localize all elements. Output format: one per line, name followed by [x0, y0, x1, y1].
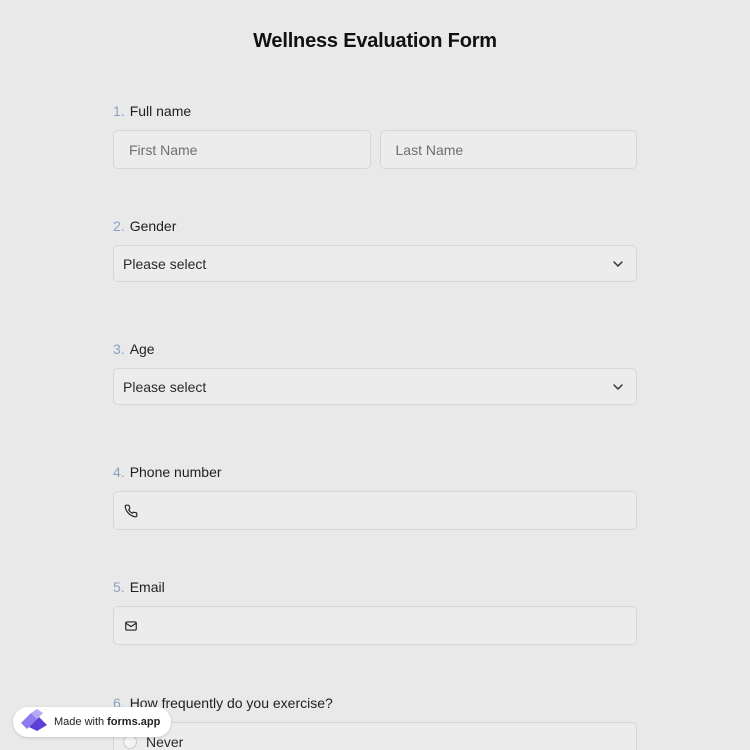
chevron-down-icon — [612, 258, 624, 270]
question-text: Full name — [129, 103, 192, 119]
age-select[interactable]: Please select — [113, 368, 637, 405]
radio-button[interactable] — [123, 735, 137, 749]
question-label: 4. Phone number — [113, 462, 637, 482]
question-text: Email — [129, 579, 165, 595]
mail-icon — [124, 619, 138, 633]
phone-input[interactable] — [113, 491, 637, 530]
badge-prefix: Made with — [54, 716, 105, 728]
question-number: 2. — [113, 218, 125, 234]
forms-app-logo-icon — [19, 708, 54, 736]
question-exercise-frequency: 6. How frequently do you exercise? Never — [113, 693, 637, 750]
question-label: 2. Gender — [113, 216, 637, 236]
question-text: Age — [129, 341, 155, 357]
badge-brand: forms.app — [107, 716, 161, 728]
question-number: 5. — [113, 579, 125, 595]
phone-icon — [124, 504, 138, 518]
question-email: 5. Email — [113, 577, 637, 645]
chevron-down-icon — [612, 381, 624, 393]
select-value: Please select — [123, 378, 207, 395]
question-phone: 4. Phone number — [113, 462, 637, 530]
question-age: 3. Age Please select — [113, 339, 637, 405]
made-with-forms-app-badge[interactable]: Made with forms.app — [13, 707, 172, 737]
question-full-name: 1. Full name First Name Last Name — [113, 101, 637, 169]
gender-select[interactable]: Please select — [113, 245, 637, 282]
form-page: Wellness Evaluation Form 1. Full name Fir… — [0, 0, 750, 750]
email-input[interactable] — [113, 606, 637, 645]
question-label: 6. How frequently do you exercise? — [113, 693, 637, 713]
question-label: 5. Email — [113, 577, 637, 597]
select-value: Please select — [123, 255, 207, 272]
question-number: 4. — [113, 464, 125, 480]
first-name-input[interactable]: First Name — [113, 130, 371, 169]
question-label: 1. Full name — [113, 101, 637, 121]
radio-option-never[interactable]: Never — [113, 722, 637, 750]
question-gender: 2. Gender Please select — [113, 216, 637, 282]
form-title: Wellness Evaluation Form — [253, 30, 497, 52]
question-text: Phone number — [129, 464, 222, 480]
question-number: 3. — [113, 341, 125, 357]
question-number: 1. — [113, 103, 125, 119]
question-label: 3. Age — [113, 339, 637, 359]
name-row: First Name Last Name — [113, 130, 637, 169]
last-name-input[interactable]: Last Name — [379, 130, 637, 169]
question-text: Gender — [129, 218, 177, 234]
